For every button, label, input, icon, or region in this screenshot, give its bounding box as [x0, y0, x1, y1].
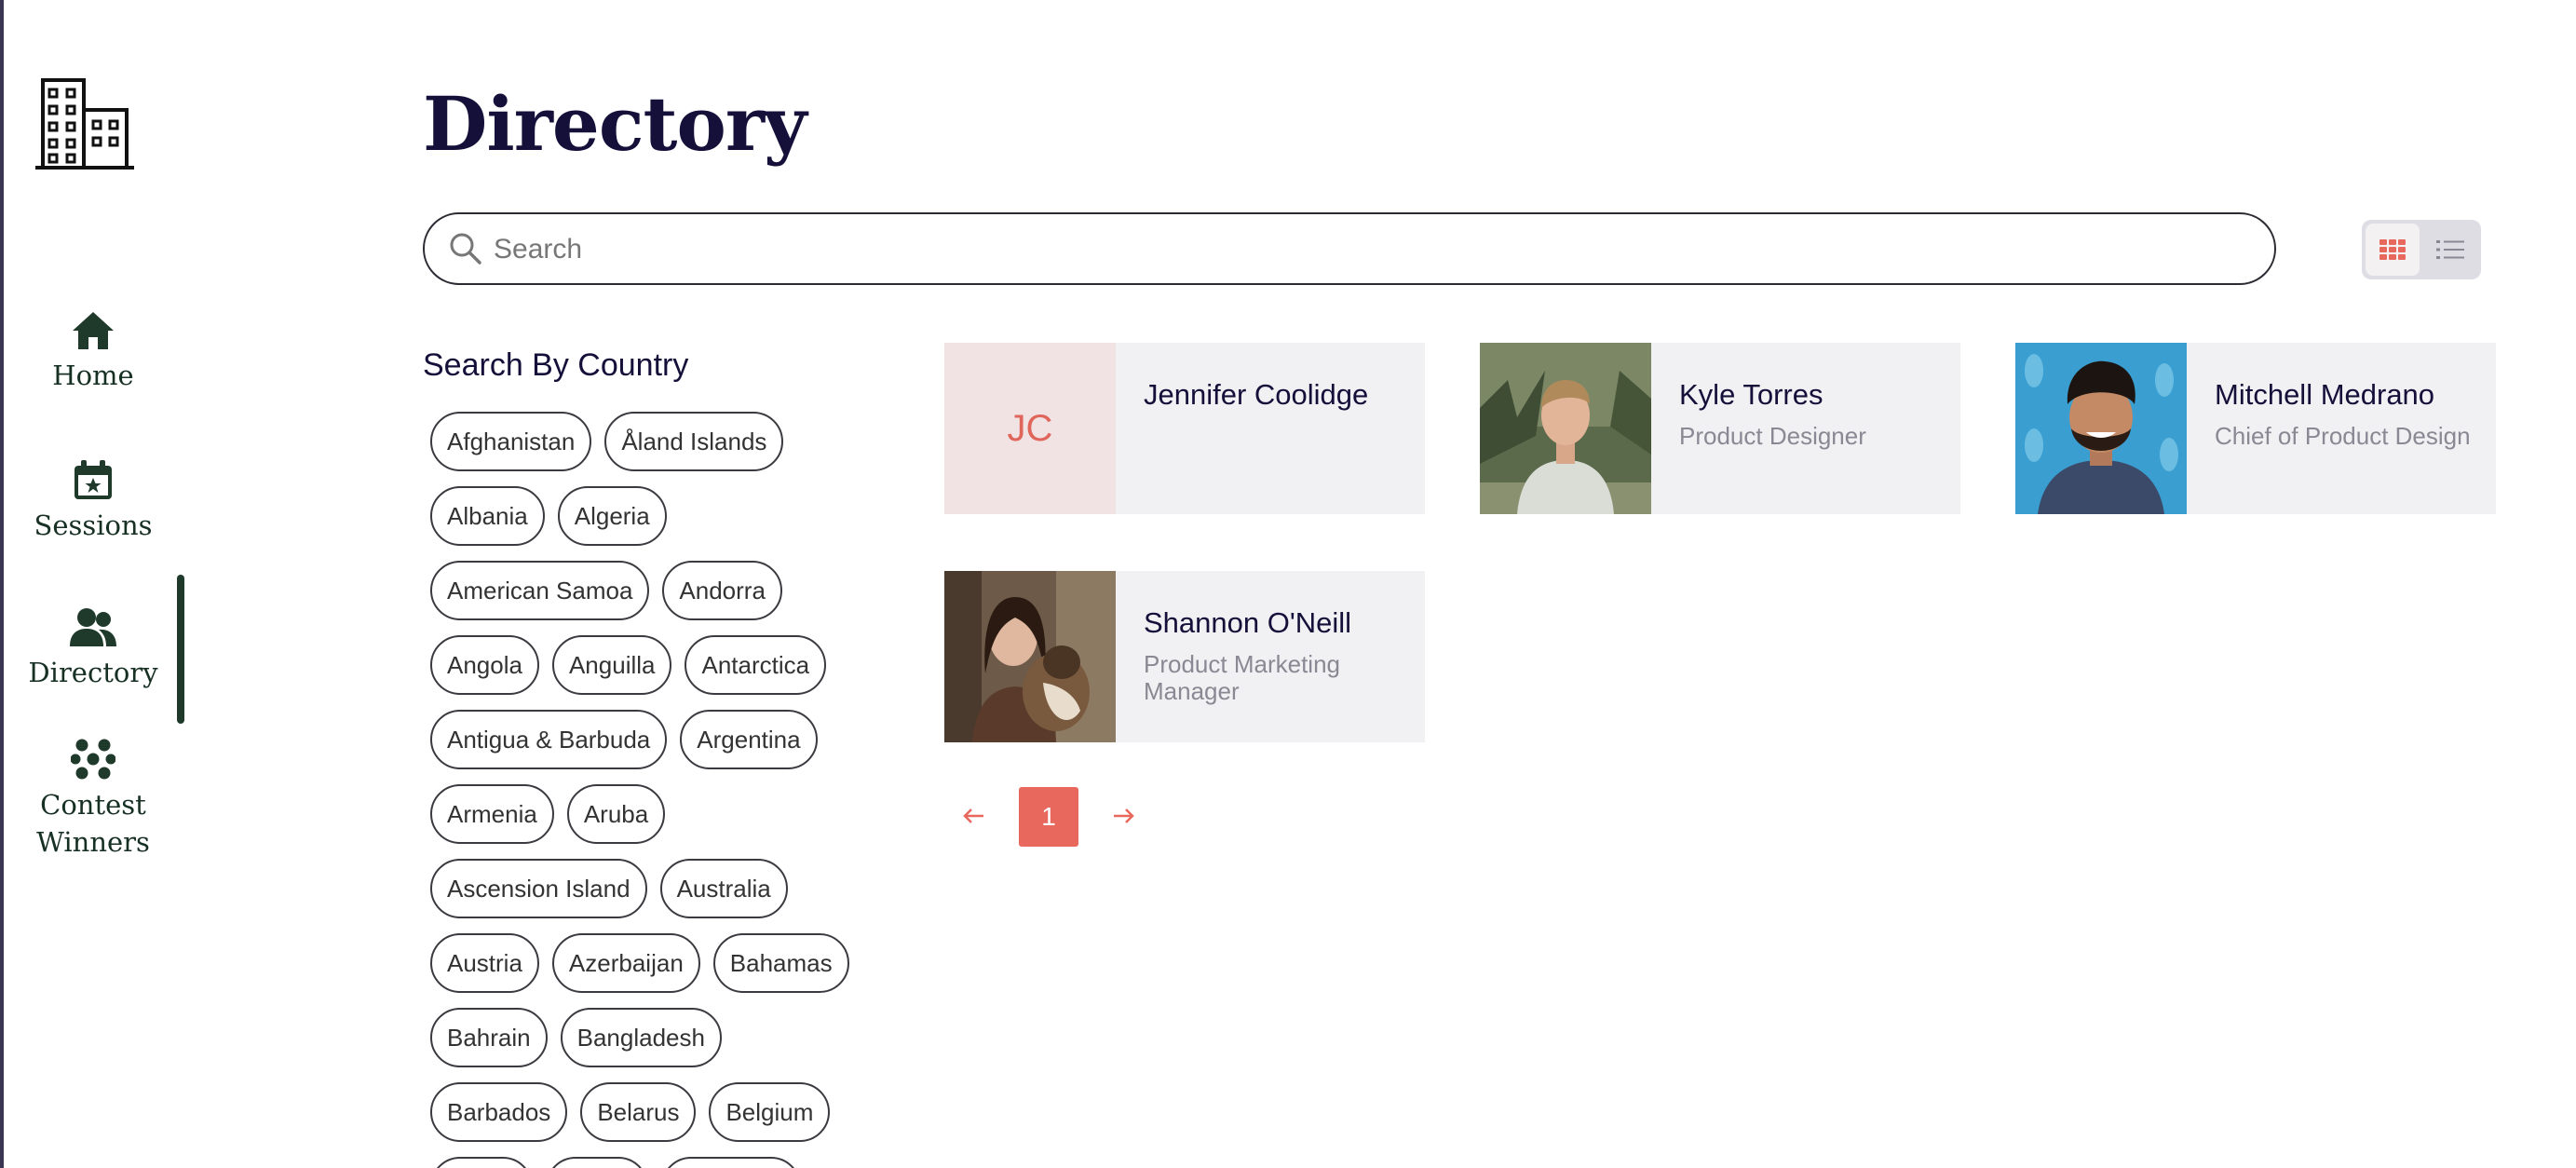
country-chip-partial[interactable] [661, 1157, 801, 1168]
nav-label-contest-line2: Winners [36, 826, 150, 858]
nav-label-directory: Directory [28, 657, 158, 688]
avatar-photo [2015, 343, 2187, 514]
active-nav-indicator [177, 575, 184, 724]
calendar-star-icon [75, 460, 112, 499]
nav-item-directory[interactable]: Directory [0, 607, 186, 691]
window-edge [0, 0, 4, 1168]
person-name: Shannon O'Neill [1144, 606, 1352, 639]
country-chip[interactable]: Bangladesh [560, 1008, 722, 1067]
person-card[interactable]: Shannon O'Neill Product Marketing Manage… [944, 571, 1425, 742]
country-chip[interactable]: Bahamas [712, 933, 849, 993]
country-chip-list: Afghanistan Åland Islands Albania Algeria … [430, 412, 896, 1168]
nav-label-sessions: Sessions [34, 509, 153, 541]
nav-item-sessions[interactable]: Sessions [0, 460, 186, 544]
search-icon [450, 233, 481, 265]
nav-label-home: Home [52, 360, 134, 391]
person-role: Chief of Product Design [2215, 422, 2471, 450]
grid-icon [2379, 239, 2406, 260]
person-role: Product Designer [1679, 422, 1866, 450]
country-chip[interactable]: Bahrain [430, 1008, 548, 1067]
country-chip[interactable]: Belgium [709, 1082, 831, 1142]
country-chip[interactable]: Afghanistan [430, 412, 592, 471]
search-bar[interactable] [423, 212, 2276, 285]
view-toggle [2362, 220, 2481, 279]
country-chip[interactable]: Andorra [662, 561, 782, 620]
building-icon[interactable] [35, 76, 134, 171]
avatar-photo [1480, 343, 1651, 514]
country-chip[interactable]: Algeria [557, 486, 667, 546]
nav-item-home[interactable]: Home [0, 310, 186, 394]
nav-item-contest-winners[interactable]: Contest Winners [0, 738, 186, 861]
pagination-page-current[interactable]: 1 [1019, 787, 1078, 847]
grid-view-button[interactable] [2366, 224, 2420, 276]
nav-label-contest: Contest Winners [0, 786, 186, 861]
home-icon [73, 312, 114, 349]
country-chip-partial[interactable] [546, 1157, 648, 1168]
people-icon [70, 608, 116, 646]
pagination-next-button[interactable] [1105, 797, 1142, 835]
country-chip[interactable]: Ascension Island [430, 859, 647, 918]
person-card[interactable]: Kyle Torres Product Designer [1480, 343, 1960, 514]
nav-label-contest-line1: Contest [40, 789, 146, 821]
avatar-photo [944, 571, 1116, 742]
list-view-button[interactable] [2423, 224, 2477, 276]
person-role: Product Marketing Manager [1144, 650, 1340, 705]
person-name: Kyle Torres [1679, 378, 1824, 411]
dots-cluster-icon [71, 739, 115, 780]
arrow-right-icon [1114, 808, 1134, 823]
country-chip[interactable]: Belarus [580, 1082, 697, 1142]
person-name: Jennifer Coolidge [1144, 378, 1369, 411]
arrow-left-icon [963, 808, 983, 823]
country-chip[interactable]: Angola [430, 635, 539, 695]
country-chip[interactable]: Armenia [430, 784, 554, 844]
country-chip[interactable]: Antigua & Barbuda [430, 710, 668, 769]
person-card[interactable]: Mitchell Medrano Chief of Product Design [2015, 343, 2496, 514]
country-chip[interactable]: Antarctica [685, 635, 827, 695]
list-icon [2436, 240, 2464, 259]
country-chip[interactable]: Australia [659, 859, 788, 918]
country-chip[interactable]: American Samoa [430, 561, 650, 620]
avatar-initials: JC [944, 343, 1116, 514]
country-chip[interactable]: Åland Islands [604, 412, 784, 471]
country-chip[interactable]: Anguilla [551, 635, 672, 695]
country-chip-partial[interactable] [430, 1157, 533, 1168]
pagination-prev-button[interactable] [956, 797, 993, 835]
person-name: Mitchell Medrano [2215, 378, 2435, 411]
country-chip[interactable]: Barbados [430, 1082, 568, 1142]
country-chip[interactable]: Azerbaijan [551, 933, 700, 993]
country-chip[interactable]: Argentina [680, 710, 818, 769]
country-chip[interactable]: Aruba [566, 784, 666, 844]
search-input[interactable] [492, 224, 2246, 276]
page-title: Directory [423, 80, 807, 168]
person-card[interactable]: JC Jennifer Coolidge [944, 343, 1425, 514]
country-filter-title: Search By Country [423, 347, 689, 383]
country-chip[interactable]: Albania [430, 486, 545, 546]
country-chip[interactable]: Austria [430, 933, 539, 993]
